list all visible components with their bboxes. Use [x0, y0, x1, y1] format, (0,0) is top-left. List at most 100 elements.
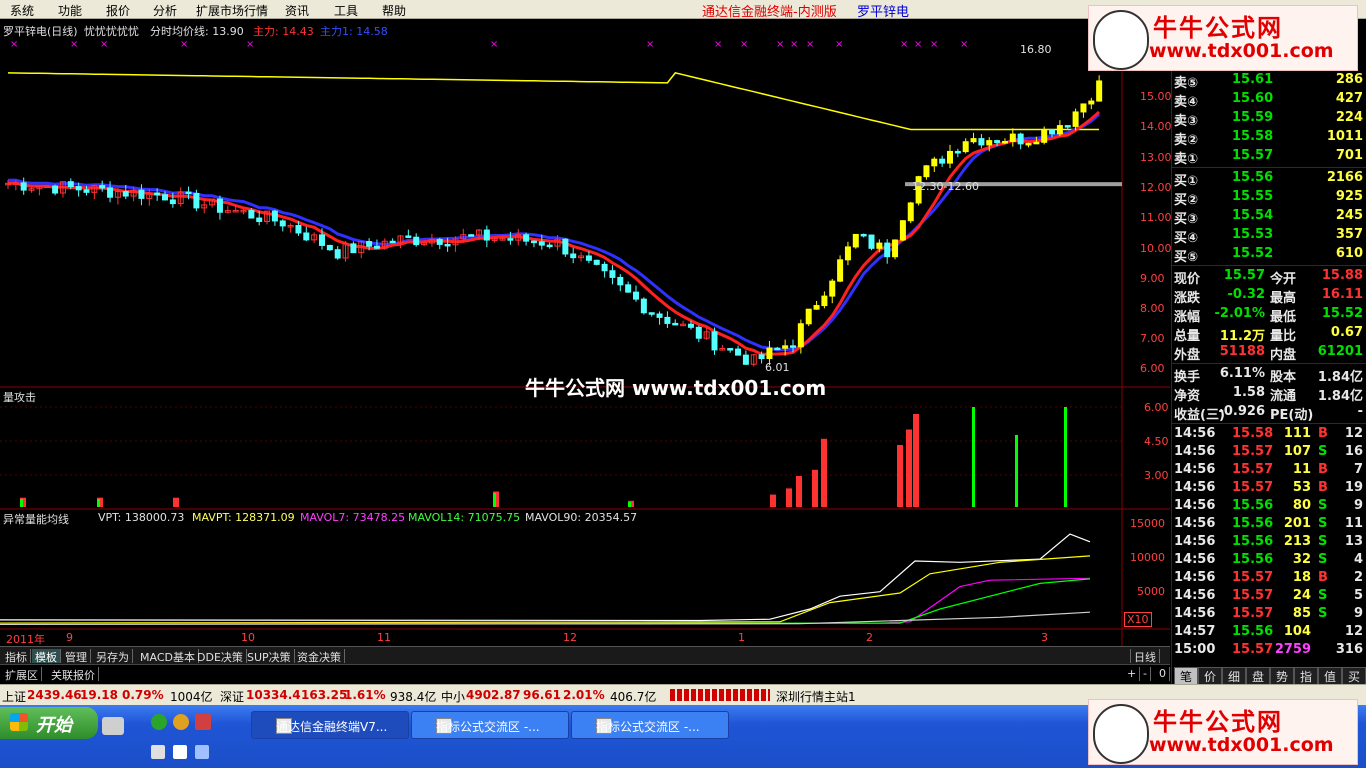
candle-body — [107, 187, 114, 198]
sh-index-label: 上证 — [2, 690, 27, 704]
candle-body — [805, 308, 812, 325]
menu-quote[interactable]: 报价 — [106, 2, 130, 19]
tab-indicator[interactable]: 指标 — [2, 649, 31, 664]
menu-analysis[interactable]: 分析 — [153, 2, 177, 19]
tick-row: 14:57 15.56 104 12 — [1172, 623, 1366, 641]
sz-index-value: 10334.4 — [246, 688, 301, 702]
server-name[interactable]: 深圳行情主站1 — [776, 688, 856, 705]
bid-volume: 357 — [1335, 227, 1363, 242]
menu-function[interactable]: 功能 — [58, 2, 82, 19]
ask-volume: 427 — [1335, 91, 1363, 106]
quicklaunch-app-icon[interactable] — [195, 714, 211, 730]
tab-save-as[interactable]: 另存为 — [93, 649, 133, 664]
tick-count: 7 — [1353, 462, 1363, 477]
candle-body — [436, 238, 443, 245]
candle-body — [216, 198, 223, 213]
ask-row[interactable]: 卖③ 15.59 224 — [1172, 109, 1366, 129]
menu-extended-market[interactable]: 扩展市场行情 — [196, 2, 268, 19]
tick-time: 15:00 — [1174, 642, 1216, 657]
tick-row: 14:56 15.57 107 S 16 — [1172, 443, 1366, 461]
bid-price: 15.56 — [1232, 170, 1274, 185]
kline-chart-svg[interactable]: × × × × × × × × × × × × × × × × × — [0, 19, 1170, 646]
start-button[interactable]: 开始 — [0, 707, 98, 739]
bid-row[interactable]: 买③ 15.54 245 — [1172, 207, 1366, 227]
candle-body — [797, 323, 804, 348]
tab-dde[interactable]: DDE决策 — [194, 649, 247, 664]
zoom-out-button[interactable]: - — [1140, 667, 1151, 681]
taskbar-item-forum-2[interactable]: 指标公式交流区 -... — [571, 711, 729, 739]
candle-body — [444, 243, 451, 247]
bid-row[interactable]: 买① 15.56 2166 — [1172, 169, 1366, 189]
sh-index-change: 19.18 — [80, 688, 118, 702]
scale-badge[interactable]: X10 — [1124, 612, 1152, 627]
tick-count: 13 — [1344, 534, 1363, 549]
sz-index-change: 163.25 — [301, 688, 348, 702]
cow-logo-icon — [1093, 10, 1149, 70]
volume-attack-bar — [770, 494, 776, 507]
tab-extended-area[interactable]: 扩展区 — [2, 667, 42, 682]
bid-row[interactable]: 买④ 15.53 357 — [1172, 226, 1366, 246]
taskbar-item-tdx[interactable]: 通达信金融终端V7... — [251, 711, 409, 739]
period-selector[interactable]: 日线 — [1130, 649, 1160, 664]
tick-time: 14:56 — [1174, 570, 1216, 585]
candle-body — [1096, 80, 1103, 102]
volume-attack-bar-green — [1064, 407, 1067, 507]
ask-row[interactable]: 卖① 15.57 701 — [1172, 147, 1366, 167]
price-tick: 12.00 — [1140, 181, 1172, 194]
candle-body — [366, 241, 373, 247]
candle-body — [75, 186, 82, 191]
tick-direction: S — [1318, 534, 1328, 549]
zoom-in-button[interactable]: + — [1124, 667, 1141, 681]
start-label: 开始 — [36, 715, 72, 736]
help-icon[interactable] — [173, 745, 187, 759]
quote-panel: 卖⑤ 15.61 286 卖④ 15.60 427 卖③ 15.59 224 卖… — [1171, 19, 1366, 693]
ask-level: 卖② — [1174, 133, 1199, 148]
tab-related-quote[interactable]: 关联报价 — [48, 667, 99, 682]
tick-volume: 201 — [1283, 516, 1311, 531]
candle-body — [994, 140, 1001, 143]
candle-body — [1056, 125, 1063, 135]
tab-fund[interactable]: 资金决策 — [294, 649, 345, 664]
menu-tools[interactable]: 工具 — [334, 2, 358, 19]
tick-direction: B — [1318, 426, 1328, 441]
sz-index-pct: 1.61% — [344, 688, 386, 702]
reset-zoom-button[interactable]: 0 — [1156, 667, 1170, 681]
candle-body — [319, 234, 325, 246]
candle-body — [389, 240, 396, 244]
bid-volume: 925 — [1335, 189, 1363, 204]
show-desktop-icon[interactable] — [102, 717, 124, 735]
stat-row: 涨跌 -0.32 最高 16.11 — [1172, 286, 1366, 306]
candle-body — [978, 138, 985, 146]
bid-row[interactable]: 买② 15.55 925 — [1172, 188, 1366, 208]
ask-row[interactable]: 卖④ 15.60 427 — [1172, 90, 1366, 110]
stat-label: 今开 — [1270, 272, 1297, 287]
x-axis-label: 10 — [241, 631, 255, 644]
menu-system[interactable]: 系统 — [10, 2, 34, 19]
menu-news[interactable]: 资讯 — [285, 2, 309, 19]
tab-sup[interactable]: SUP决策 — [244, 649, 295, 664]
tick-price: 15.56 — [1232, 498, 1274, 513]
bid-row[interactable]: 买⑤ 15.52 610 — [1172, 245, 1366, 265]
quicklaunch-window-icon[interactable] — [195, 745, 209, 759]
stock-title: 罗平锌电 — [857, 5, 910, 20]
candle-body — [570, 253, 577, 259]
ask-row[interactable]: 卖② 15.58 1011 — [1172, 128, 1366, 148]
tick-count: 316 — [1335, 642, 1363, 657]
taskbar-item-forum-1[interactable]: 指标公式交流区 -... — [411, 711, 569, 739]
tab-macd[interactable]: MACD基本 — [137, 649, 199, 664]
quicklaunch-icon[interactable] — [173, 714, 189, 730]
chart-area[interactable]: × × × × × × × × × × × × × × × × × 罗平锌电(日线) 忧忧忧忧忧 分时均价线: … — [0, 19, 1172, 646]
quicklaunch-desktop-icon[interactable] — [151, 745, 165, 759]
stat-label: 总量 — [1174, 329, 1201, 344]
stat-label: 涨跌 — [1174, 291, 1201, 306]
candle-body — [954, 150, 961, 154]
bid-level: 买③ — [1174, 212, 1199, 227]
tab-template[interactable]: 模板 — [32, 649, 61, 664]
menu-help[interactable]: 帮助 — [382, 2, 406, 19]
signal-mark: × — [10, 39, 18, 50]
ask-row[interactable]: 卖⑤ 15.61 286 — [1172, 71, 1366, 91]
smallcap-index-amount: 406.7亿 — [610, 690, 657, 704]
cow-logo-icon — [1093, 704, 1149, 764]
tab-manage[interactable]: 管理 — [62, 649, 91, 664]
ie-icon[interactable] — [151, 714, 167, 730]
